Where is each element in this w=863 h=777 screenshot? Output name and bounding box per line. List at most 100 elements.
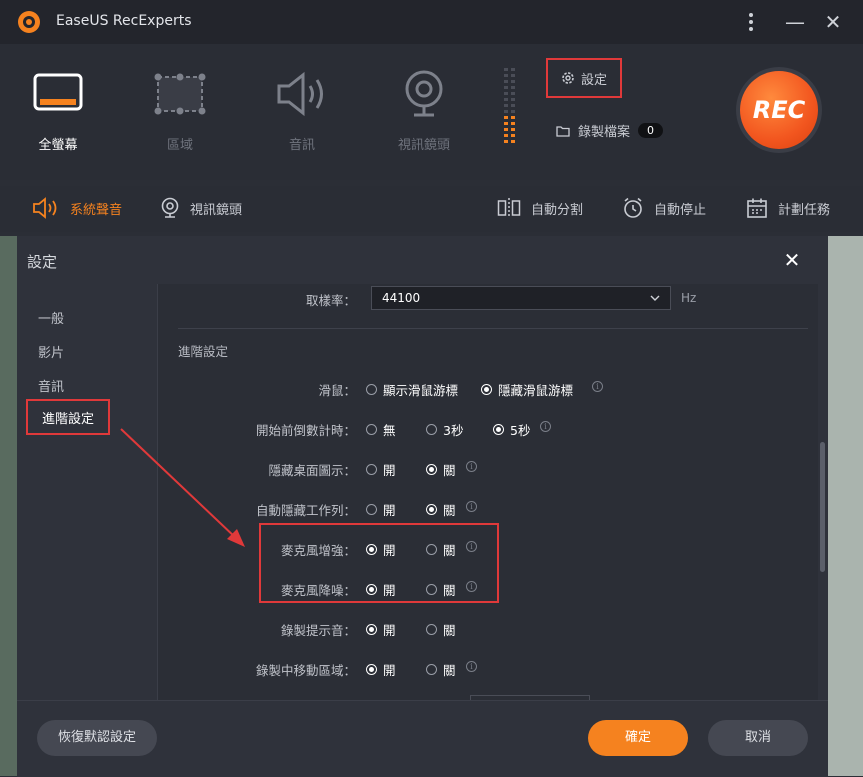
dialog-close-button[interactable]: ✕ xyxy=(778,246,806,274)
app-logo-icon xyxy=(18,11,40,33)
schedule-task-button[interactable]: 計劃任務 xyxy=(746,196,830,220)
settings-button[interactable]: 設定 xyxy=(546,58,622,98)
monitor-icon xyxy=(33,73,83,111)
radio-option[interactable]: 開 xyxy=(366,500,396,519)
radio-option[interactable]: 3秒 xyxy=(426,420,463,439)
radio-option[interactable]: 開 xyxy=(366,460,396,479)
info-icon[interactable]: i xyxy=(540,421,551,432)
radio-button xyxy=(366,624,377,635)
files-count-badge: 0 xyxy=(638,123,664,138)
schedule-task-label: 計劃任務 xyxy=(778,202,831,218)
setting-label: 滑鼠： xyxy=(318,383,356,398)
radio-option[interactable]: 開 xyxy=(366,660,396,679)
app-title: EaseUS RecExperts xyxy=(56,13,192,29)
speaker-icon xyxy=(33,197,57,219)
radio-label: 關 xyxy=(443,503,456,518)
auto-split-label: 自動分割 xyxy=(531,202,584,218)
sample-rate-select[interactable]: 44100 xyxy=(371,286,671,310)
rec-button[interactable]: REC xyxy=(740,71,818,149)
webcam-toggle[interactable]: 視訊鏡頭 xyxy=(160,196,242,220)
mode-label: 區域 xyxy=(166,138,193,153)
section-title: 進階設定 xyxy=(178,344,229,359)
chevron-down-icon xyxy=(650,295,660,301)
close-window-button[interactable]: ✕ xyxy=(819,8,847,36)
radio-option[interactable]: 顯示滑鼠游標 xyxy=(366,380,458,399)
radio-label: 顯示滑鼠游標 xyxy=(383,383,459,398)
volume-meter xyxy=(504,68,515,143)
mode-webcam[interactable]: 視訊鏡頭 xyxy=(384,66,464,153)
mode-audio[interactable]: 音訊 xyxy=(262,66,342,153)
nav-item-audio[interactable]: 音訊 xyxy=(38,376,64,395)
radio-option[interactable]: 關 xyxy=(426,660,456,679)
radio-button xyxy=(481,384,492,395)
dialog-title: 設定 xyxy=(27,253,58,271)
radio-button xyxy=(426,504,437,515)
minimize-button[interactable]: — xyxy=(781,8,809,36)
recorded-files-button[interactable]: 錄製檔案 0 xyxy=(556,121,664,140)
nav-item-video[interactable]: 影片 xyxy=(38,342,64,361)
annotation-arrow-icon xyxy=(120,428,245,547)
radio-option[interactable]: 開 xyxy=(366,620,396,639)
settings-label: 設定 xyxy=(580,72,607,88)
system-sound-label: 系統聲音 xyxy=(70,202,123,218)
radio-option[interactable]: 5秒 xyxy=(493,420,530,439)
info-icon[interactable]: i xyxy=(466,661,477,672)
radio-option[interactable]: 隱藏滑鼠游標 xyxy=(481,380,573,399)
radio-label: 開 xyxy=(383,623,396,638)
recorded-files-label: 錄製檔案 xyxy=(578,125,631,140)
speaker-icon xyxy=(277,71,323,117)
webcam-icon xyxy=(405,70,443,117)
auto-stop-button[interactable]: 自動停止 xyxy=(622,196,706,220)
sample-rate-value: 44100 xyxy=(382,291,421,305)
sub-toolbar xyxy=(0,186,863,232)
radio-label: 5秒 xyxy=(510,423,531,438)
background-window xyxy=(0,236,18,776)
scrollbar-thumb[interactable] xyxy=(820,442,825,572)
radio-option[interactable]: 關 xyxy=(426,620,456,639)
radio-button xyxy=(366,424,377,435)
system-sound-toggle[interactable]: 系統聲音 xyxy=(32,196,122,220)
radio-button xyxy=(426,464,437,475)
mode-region[interactable]: 區域 xyxy=(140,66,220,153)
radio-label: 關 xyxy=(443,663,456,678)
radio-button xyxy=(366,664,377,675)
gear-icon xyxy=(562,72,574,84)
radio-label: 無 xyxy=(383,423,396,438)
auto-stop-label: 自動停止 xyxy=(654,202,707,218)
webcam-icon xyxy=(161,197,179,218)
nav-item-general[interactable]: 一般 xyxy=(38,308,64,327)
radio-label: 隱藏滑鼠游標 xyxy=(498,383,574,398)
radio-button xyxy=(426,664,437,675)
ok-button[interactable]: 確定 xyxy=(588,720,688,756)
radio-label: 關 xyxy=(443,463,456,478)
radio-option[interactable]: 關 xyxy=(426,460,456,479)
radio-button xyxy=(493,424,504,435)
radio-label: 關 xyxy=(443,623,456,638)
mode-fullscreen[interactable]: 全螢幕 xyxy=(18,66,98,153)
nav-item-advanced[interactable]: 進階設定 xyxy=(26,399,110,435)
radio-button xyxy=(426,624,437,635)
sample-rate-label: 取樣率： xyxy=(305,293,356,308)
kebab-menu-icon[interactable] xyxy=(737,8,765,36)
setting-label: 錄製中移動區域： xyxy=(255,663,356,678)
radio-label: 開 xyxy=(383,663,396,678)
cancel-button[interactable]: 取消 xyxy=(708,720,808,756)
radio-button xyxy=(426,424,437,435)
radio-label: 開 xyxy=(383,503,396,518)
radio-option[interactable]: 關 xyxy=(426,500,456,519)
info-icon[interactable]: i xyxy=(466,461,477,472)
radio-option[interactable]: 無 xyxy=(366,420,396,439)
folder-icon xyxy=(556,125,570,137)
info-icon[interactable]: i xyxy=(592,381,603,392)
radio-button xyxy=(366,464,377,475)
auto-split-button[interactable]: 自動分割 xyxy=(497,196,583,220)
split-icon xyxy=(497,198,521,218)
radio-button xyxy=(366,384,377,395)
mode-label: 視訊鏡頭 xyxy=(397,138,450,153)
restore-defaults-button[interactable]: 恢復默認設定 xyxy=(37,720,157,756)
mode-label: 全螢幕 xyxy=(38,138,78,153)
radio-label: 開 xyxy=(383,463,396,478)
info-icon[interactable]: i xyxy=(466,501,477,512)
radio-button xyxy=(366,504,377,515)
calendar-icon xyxy=(747,198,767,218)
